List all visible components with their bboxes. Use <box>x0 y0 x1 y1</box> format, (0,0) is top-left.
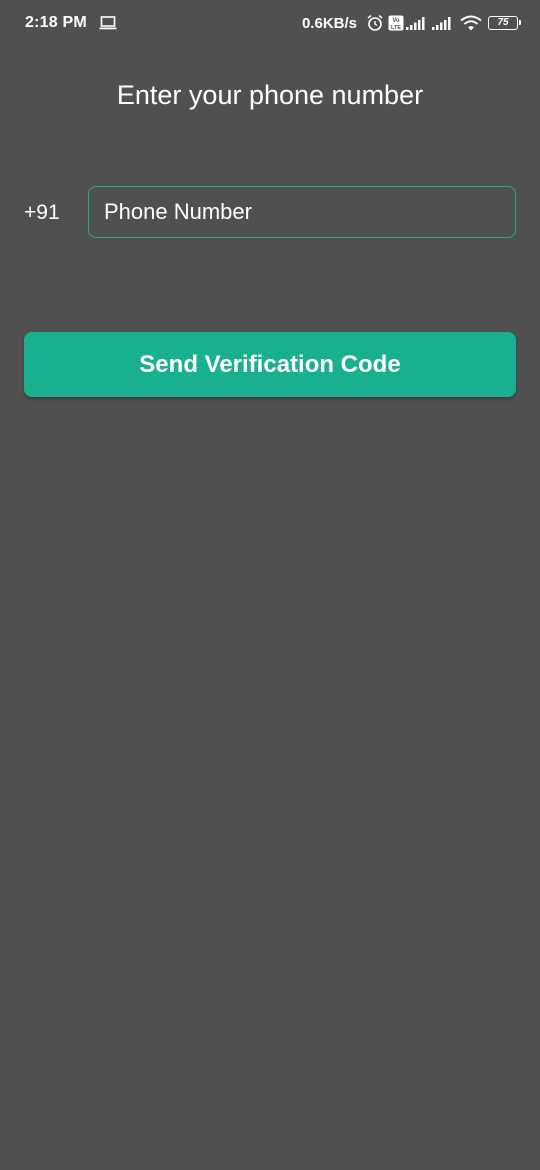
send-verification-code-button[interactable]: Send Verification Code <box>24 332 516 397</box>
battery-icon: 75 <box>488 16 521 30</box>
signal-icon <box>432 16 452 30</box>
battery-level: 75 <box>497 17 509 28</box>
network-speed: 0.6KB/s <box>301 14 357 32</box>
page-title: Enter your phone number <box>116 80 424 110</box>
volte-icon: Vo LTE <box>388 15 404 31</box>
svg-text:LTE: LTE <box>391 25 401 31</box>
phone-number-input[interactable] <box>88 186 516 238</box>
status-time: 2:18 PM <box>25 14 87 31</box>
status-bar: 2:18 PM 0.6KB/s Vo LTE 75 <box>0 0 540 48</box>
status-icons: 0.6KB/s Vo LTE 75 <box>301 13 521 33</box>
alarm-icon <box>366 14 384 32</box>
laptop-icon <box>99 15 117 36</box>
wifi-icon <box>460 15 482 31</box>
country-code: +91 <box>24 201 60 224</box>
svg-text:Vo: Vo <box>392 18 400 24</box>
signal-icon <box>406 16 426 30</box>
